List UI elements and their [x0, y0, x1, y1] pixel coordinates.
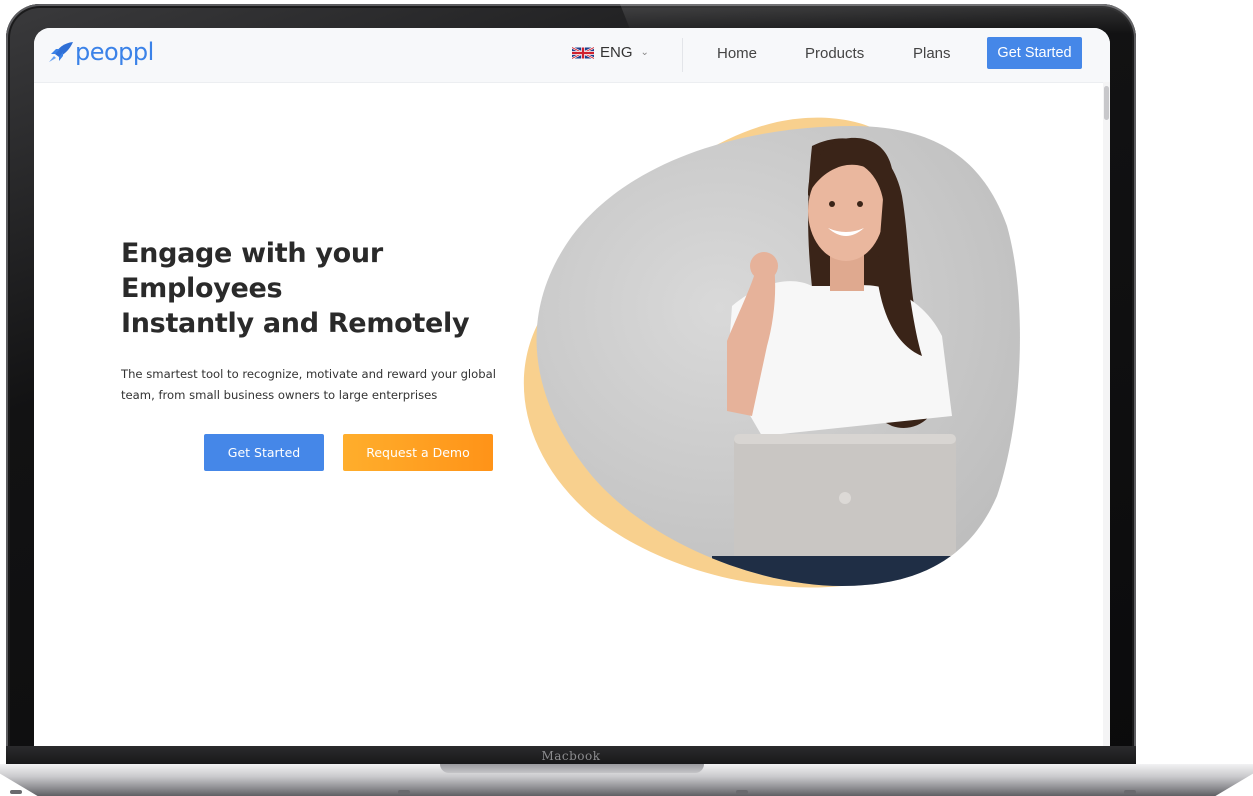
- brand-name: peoppl: [75, 38, 154, 66]
- hero-heading-line: Engage with your: [121, 238, 383, 269]
- rocket-icon: [49, 42, 73, 62]
- nav-get-started-button[interactable]: Get Started: [987, 37, 1082, 69]
- laptop-foot: [10, 790, 22, 794]
- nav-link-home[interactable]: Home: [717, 45, 757, 62]
- hero-subtitle: The smartest tool to recognize, motivate…: [121, 367, 496, 402]
- hero-heading-line: Employees: [121, 273, 283, 304]
- laptop-notch: [440, 764, 704, 773]
- uk-flag-icon: [572, 46, 594, 59]
- woman-photo: [536, 126, 1020, 586]
- chevron-down-icon: ⌄: [640, 47, 649, 58]
- page-scrollbar[interactable]: [1103, 82, 1110, 746]
- hero-illustration: [523, 117, 1020, 588]
- hero-heading-line: Instantly and Remotely: [121, 308, 470, 339]
- laptop-foot: [398, 790, 410, 794]
- laptop-mockup: peoppl ENG ⌄ Home Products Plans Get Sta…: [0, 0, 1253, 796]
- nav-link-products[interactable]: Products: [805, 45, 864, 62]
- browser-screen: peoppl ENG ⌄ Home Products Plans Get Sta…: [34, 28, 1110, 746]
- hero-get-started-button[interactable]: Get Started: [204, 434, 324, 471]
- nav-link-plans[interactable]: Plans: [913, 45, 951, 62]
- brand-logo[interactable]: peoppl: [48, 37, 154, 67]
- language-selector[interactable]: ENG ⌄: [572, 44, 649, 61]
- top-navbar: peoppl ENG ⌄ Home Products Plans Get Sta…: [34, 28, 1110, 83]
- nav-divider: [682, 38, 683, 72]
- language-label: ENG: [600, 44, 633, 61]
- request-demo-button[interactable]: Request a Demo: [343, 434, 493, 471]
- device-label: Macbook: [541, 749, 601, 763]
- scrollbar-thumb[interactable]: [1104, 86, 1109, 120]
- hero-heading: Engage with your Employees Instantly and…: [121, 236, 521, 341]
- laptop-foot: [736, 790, 748, 794]
- laptop-chin: Macbook: [6, 746, 1136, 766]
- laptop-foot: [1124, 790, 1136, 794]
